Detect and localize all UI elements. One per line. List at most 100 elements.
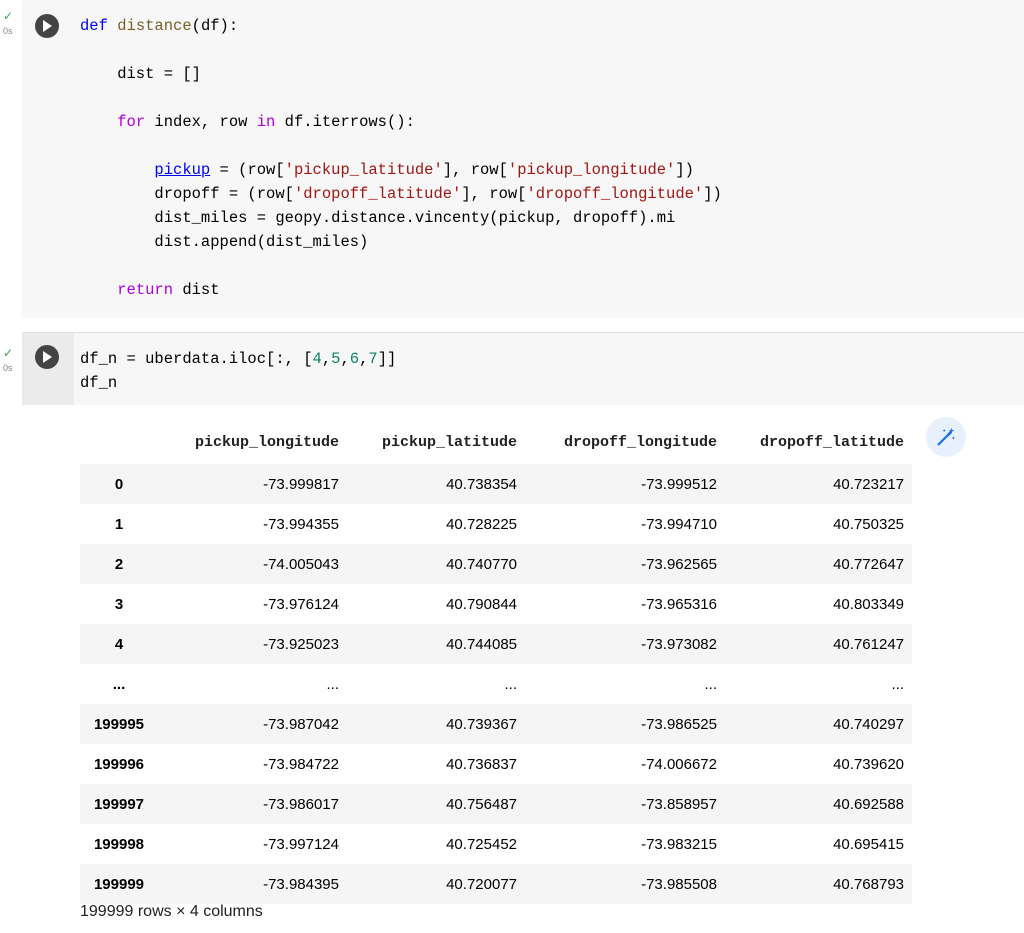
table-row: 4 -73.925023 40.744085 -73.973082 40.761247	[80, 624, 912, 664]
row-index: 199997	[93, 795, 145, 813]
table-cell: ...	[326, 675, 339, 693]
magic-wand-icon	[937, 427, 956, 446]
table-cell: -73.973082	[641, 635, 717, 653]
table-cell: 40.692588	[833, 795, 904, 813]
code-text[interactable]: df_n = uberdata.iloc[:, [4,5,6,7]] df_n	[80, 347, 396, 395]
row-index: 199998	[93, 835, 145, 853]
code-token-kw2: return	[117, 281, 174, 299]
table-row: 0 -73.999817 40.738354 -73.999512 40.723217	[80, 464, 912, 504]
table-cell: 40.723217	[833, 475, 904, 493]
row-index: 4	[114, 635, 124, 653]
code-token-num: 7	[368, 350, 378, 368]
table-cell: ...	[504, 675, 517, 693]
table-cell: -74.005043	[263, 555, 339, 573]
code-cell-1[interactable]: ✓ 0s def distance(df): dist = [] for ind…	[0, 0, 1024, 318]
table-cell: 40.756487	[446, 795, 517, 813]
code-token: df.iterrows():	[275, 113, 415, 131]
table-cell: 40.790844	[446, 595, 517, 613]
code-line: return dist	[80, 278, 722, 302]
table-row: 199997 -73.986017 40.756487 -73.858957 40.69…	[80, 784, 912, 824]
table-cell: ...	[704, 675, 717, 693]
table-cell: -73.994355	[263, 515, 339, 533]
code-token: = (row[	[210, 161, 285, 179]
run-cell-button[interactable]	[35, 345, 59, 369]
table-cell: -73.986525	[641, 715, 717, 733]
code-token-kw: def	[80, 17, 108, 35]
code-token-num: 4	[312, 350, 322, 368]
code-text[interactable]: def distance(df): dist = [] for index, r…	[80, 14, 722, 302]
code-token: index, row	[145, 113, 257, 131]
code-token: ,	[340, 350, 350, 368]
table-row: ...............	[80, 664, 912, 704]
table-cell: 40.728225	[446, 515, 517, 533]
run-cell-button[interactable]	[35, 14, 59, 38]
column-header: dropoff_longitude	[563, 433, 717, 451]
table-cell: -73.925023	[263, 635, 339, 653]
code-token-kw2: for	[117, 113, 146, 131]
column-header: pickup_latitude	[381, 433, 517, 451]
play-icon	[43, 20, 52, 32]
suggest-charts-button[interactable]	[926, 417, 966, 457]
code-line: for index, row in df.iterrows():	[80, 110, 722, 134]
table-cell: 40.739367	[446, 715, 517, 733]
table-cell: 40.768793	[833, 875, 904, 893]
row-index: 199995	[93, 715, 145, 733]
table-cell: 40.761247	[833, 635, 904, 653]
code-line: def distance(df):	[80, 14, 722, 38]
row-index: 3	[114, 595, 124, 613]
table-header-row: pickup_longitude pickup_latitude dropoff_l…	[80, 420, 912, 464]
code-token: dist	[173, 281, 220, 299]
code-token: dist = []	[80, 65, 201, 83]
code-token: ]]	[377, 350, 397, 368]
code-line: pickup = (row['pickup_latitude'], row['p…	[80, 158, 722, 182]
table-row: 1 -73.994355 40.728225 -73.994710 40.750325	[80, 504, 912, 544]
table-row: 3 -73.976124 40.790844 -73.965316 40.803349	[80, 584, 912, 624]
code-token: ,	[321, 350, 332, 368]
row-index: 1	[114, 515, 124, 533]
table-row: 199999 -73.984395 40.720077 -73.985508 40.76…	[80, 864, 912, 904]
code-token: ], row[	[461, 185, 527, 203]
table-cell: -73.987042	[263, 715, 339, 733]
table-cell: 40.739620	[833, 755, 904, 773]
code-line: dist.append(dist_miles)	[80, 230, 722, 254]
code-token-str: 'pickup_longitude'	[507, 161, 676, 179]
table-cell: 40.740770	[446, 555, 517, 573]
play-icon	[43, 351, 52, 363]
row-index: 199999	[93, 875, 145, 893]
row-index: 2	[114, 555, 124, 573]
code-token: ], row[	[442, 161, 508, 179]
table-row: 199995 -73.987042 40.739367 -73.986525 40.74…	[80, 704, 912, 744]
success-check-icon: ✓	[3, 9, 14, 23]
row-index: ...	[112, 675, 126, 693]
code-token: df_n = uberdata.iloc[:, [	[80, 350, 313, 368]
code-token: df_n	[80, 374, 118, 392]
table-cell: -73.999817	[263, 475, 339, 493]
table-cell: -73.976124	[263, 595, 339, 613]
code-line: df_n	[80, 371, 396, 395]
index-header	[80, 420, 158, 464]
table-cell: 40.772647	[833, 555, 904, 573]
table-cell: 40.720077	[446, 875, 517, 893]
cell-output: pickup_longitude pickup_latitude dropoff_l…	[22, 405, 1024, 933]
code-token-ulink: pickup	[154, 161, 211, 179]
code-line: df_n = uberdata.iloc[:, [4,5,6,7]]	[80, 347, 396, 371]
table-cell: -73.984722	[263, 755, 339, 773]
table-cell: -74.006672	[641, 755, 717, 773]
table-cell: ...	[891, 675, 904, 693]
code-token: (df):	[191, 17, 239, 35]
column-header: pickup_longitude	[194, 433, 339, 451]
table-cell: -73.858957	[641, 795, 717, 813]
code-token-fn: distance	[117, 17, 192, 35]
code-line: dropoff = (row['dropoff_latitude'], row[…	[80, 182, 721, 206]
table-cell: 40.803349	[833, 595, 904, 613]
table-cell: 40.738354	[446, 475, 517, 493]
execution-time: 0s	[3, 363, 13, 373]
dataframe-shape: 199999 rows × 4 columns	[80, 903, 263, 920]
table-cell: -73.986017	[263, 795, 339, 813]
table-cell: 40.736837	[446, 755, 517, 773]
code-token-kw2: in	[256, 113, 276, 131]
